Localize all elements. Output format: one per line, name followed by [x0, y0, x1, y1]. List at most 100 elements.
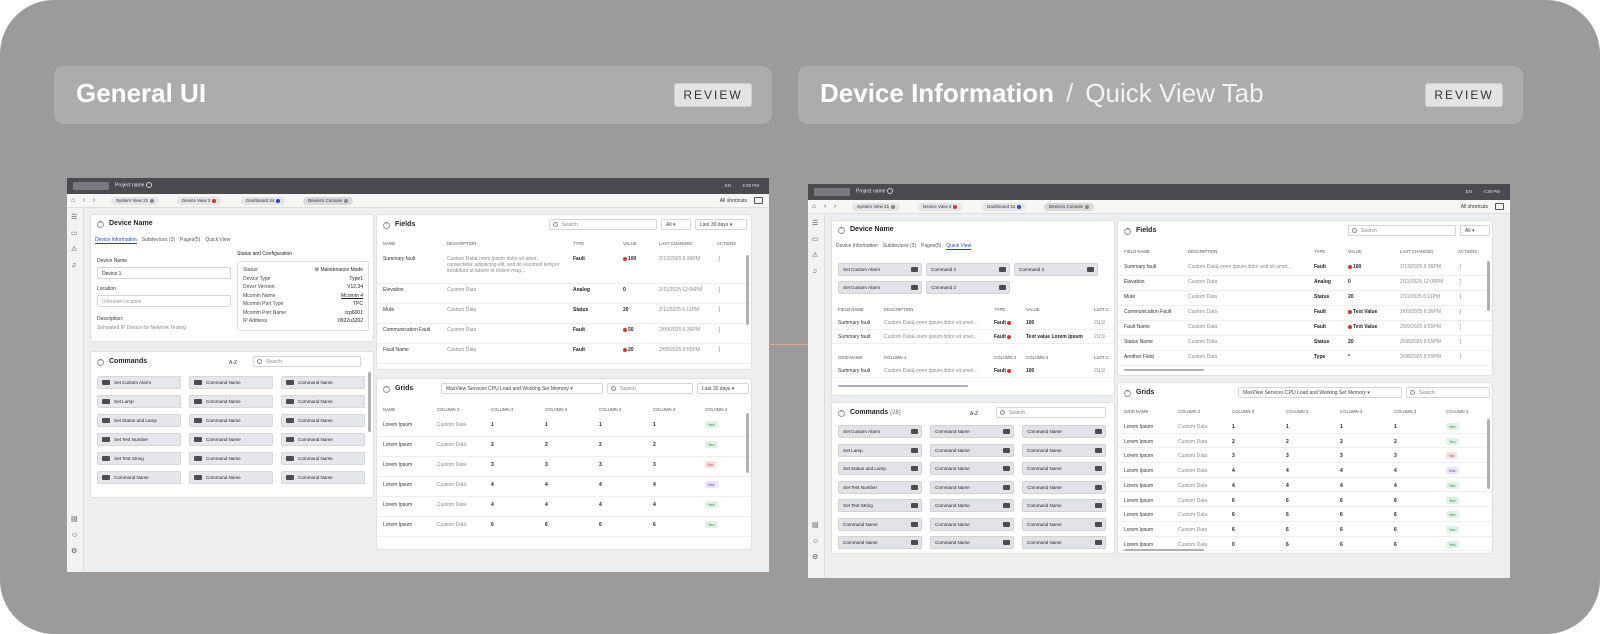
back-icon[interactable]: ‹ [824, 203, 826, 211]
vertical-scrollbar[interactable] [1487, 419, 1490, 489]
table-row[interactable]: Elevation Custom Data Analog 0 2/11/2025 12:… [377, 284, 751, 304]
gear-icon[interactable]: ⚙ [812, 554, 818, 562]
forward-icon[interactable]: › [93, 197, 95, 205]
forward-icon[interactable]: › [834, 203, 836, 211]
commands-search[interactable]: Search [253, 356, 361, 367]
table-row[interactable]: Elevation Custom Data Analog 0 2/11/2025 12:… [1118, 276, 1492, 291]
vertical-scrollbar[interactable] [1487, 261, 1490, 311]
table-row[interactable]: Lorem Ipsum Custom Data 1 1 1 1 Yes [1118, 419, 1492, 434]
command-button[interactable]: Command Name [1022, 517, 1106, 531]
gear-icon[interactable]: ⚙ [71, 548, 77, 556]
more-icon[interactable]: ⋮ [717, 287, 722, 293]
location-input[interactable]: Unknown location [97, 295, 231, 307]
command-button[interactable]: Command Name [281, 376, 365, 389]
command-button[interactable]: Command Name [930, 462, 1014, 475]
command-button[interactable]: Command Name [281, 452, 365, 465]
column-header[interactable]: COLUMN 3 [1286, 409, 1308, 414]
command-button[interactable]: Command Name [930, 499, 1014, 512]
bell-icon[interactable]: ♫ [71, 262, 76, 270]
command-button[interactable]: Command Name [930, 517, 1014, 531]
command-button[interactable]: Set Custom Alarm [97, 376, 181, 389]
column-header[interactable]: LAST C [1094, 355, 1109, 360]
command-button[interactable]: Set Lamp [838, 443, 922, 457]
collapse-icon[interactable]: ^ [1124, 228, 1131, 235]
command-button[interactable]: Command Name [189, 452, 273, 465]
column-header[interactable]: TYPE [1314, 249, 1325, 254]
collapse-icon[interactable]: ^ [97, 221, 104, 228]
column-header[interactable]: VALUE [1026, 307, 1040, 312]
device-icon[interactable]: ▭ [812, 236, 819, 244]
date-range-dropdown[interactable]: Last 30 days ▾ [695, 219, 747, 230]
collapse-icon[interactable]: ^ [838, 227, 845, 234]
column-header[interactable]: COLUMN 2 [437, 407, 459, 412]
more-icon[interactable]: ⋮ [1458, 294, 1463, 300]
command-button[interactable]: Set Status and Lamp [97, 414, 181, 427]
table-row[interactable]: Fault Name Custom Data Fault 20 2/08/2025 9:… [377, 344, 751, 364]
command-button[interactable]: Set Test String [97, 452, 181, 465]
command-button[interactable]: Command Name [838, 517, 922, 531]
filter-dropdown[interactable]: All ▾ [1460, 225, 1490, 236]
all-shortcuts-link[interactable]: All shortcuts [1461, 204, 1488, 210]
column-header[interactable]: COLUMN 3 [653, 407, 675, 412]
more-icon[interactable]: ⋮ [1458, 324, 1463, 330]
collapse-icon[interactable]: ^ [838, 410, 845, 417]
column-header[interactable]: COLUMN 4 [705, 407, 727, 412]
tab-dashboard[interactable]: Dashboard 34 [241, 197, 286, 205]
table-row[interactable]: Lorem Ipsum Custom Data 4 4 4 4 N/A [1118, 463, 1492, 478]
column-header[interactable]: TYPE [573, 241, 584, 246]
table-row[interactable]: Summary fault Custom DataLorem ipsum dolo… [832, 331, 1114, 344]
column-header[interactable]: FIELD NAME [838, 307, 864, 312]
column-header[interactable]: COLUMN 3 [599, 407, 621, 412]
table-row[interactable]: Status Name Custom Data Status 20 2/08/2025 … [1118, 336, 1492, 351]
home-icon[interactable]: ⌂ [812, 203, 816, 211]
column-header[interactable]: DESCRIPTION [884, 307, 913, 312]
horizontal-scrollbar[interactable] [1124, 369, 1204, 371]
column-header[interactable]: LAST CHANGED [1400, 249, 1433, 254]
fields-search[interactable]: Search [1348, 225, 1456, 236]
table-row[interactable]: Summary fault Custom DataLorem ipsum dolo… [1118, 261, 1492, 276]
vertical-scrollbar[interactable] [368, 372, 371, 432]
warning-icon[interactable]: ⚠ [812, 252, 818, 260]
more-icon[interactable]: ⋮ [1458, 264, 1463, 270]
tab-device-information[interactable]: Device Information [95, 237, 137, 244]
grid-select[interactable]: MaxView Services CPU Load and Working Se… [441, 383, 603, 394]
command-button[interactable]: Command Name [189, 433, 273, 446]
more-icon[interactable]: ⋮ [717, 307, 722, 313]
home-icon[interactable]: ⌂ [71, 197, 75, 205]
collapse-icon[interactable]: ^ [1124, 390, 1131, 397]
command-button[interactable]: Set Status and Lamp [838, 462, 922, 475]
command-button[interactable]: Command Name [930, 425, 1014, 438]
list-icon[interactable]: ☰ [71, 214, 77, 222]
table-row[interactable]: Lorem Ipsum Custom Data 6 6 6 6 Yes [377, 517, 751, 537]
all-shortcuts-link[interactable]: All shortcuts [720, 198, 747, 204]
table-row[interactable]: Mute Custom Data Status 20 2/11/2025 6:11PM ⋮ [1118, 291, 1492, 306]
tab-system-view[interactable]: System View 21 [111, 197, 160, 205]
sort-az-button[interactable]: A-Z [970, 411, 978, 417]
more-icon[interactable]: ⋮ [1458, 279, 1463, 285]
tab-pages[interactable]: Pages(5) [180, 237, 200, 243]
user-icon[interactable]: ☺ [71, 532, 78, 540]
table-row[interactable]: Communication Fault Custom Data Fault 50 2/0… [377, 324, 751, 344]
table-row[interactable]: Lorem Ipsum Custom Data 6 6 6 6 Yes [1118, 493, 1492, 508]
language[interactable]: EN [725, 183, 731, 188]
horizontal-scrollbar[interactable] [838, 385, 968, 387]
date-range-dropdown[interactable]: Last 30 days ▾ [697, 383, 749, 394]
more-icon[interactable]: ⋮ [1458, 309, 1463, 315]
tab-device-console[interactable]: Device1 Console [303, 197, 354, 205]
list-icon[interactable]: ☰ [812, 220, 818, 228]
tab-subdevices[interactable]: Subdevices (3) [883, 243, 916, 249]
tab-system-view[interactable]: System View 21 [852, 203, 901, 211]
grids-search[interactable]: Search [1406, 387, 1490, 398]
table-row[interactable]: Communication Fault Custom Data Fault Text … [1118, 306, 1492, 321]
table-row[interactable]: Lorem Ipsum Custom Data 2 2 2 2 Yes [1118, 434, 1492, 449]
column-header[interactable]: DESCRIPTION [447, 241, 476, 246]
quick-command-button[interactable]: Command 3 [1014, 263, 1098, 276]
column-header[interactable]: ACTIONS [717, 241, 736, 246]
vertical-scrollbar[interactable] [746, 255, 749, 325]
table-row[interactable]: Summary fault Custom DataLorem ipsum dolo… [377, 253, 751, 284]
command-button[interactable]: Command Name [838, 536, 922, 549]
project-name[interactable]: Project name [856, 188, 894, 194]
column-header[interactable]: COLUMN 3 [1232, 409, 1254, 414]
command-button[interactable]: Command Name [281, 433, 365, 446]
column-header[interactable]: VALUE [623, 241, 637, 246]
